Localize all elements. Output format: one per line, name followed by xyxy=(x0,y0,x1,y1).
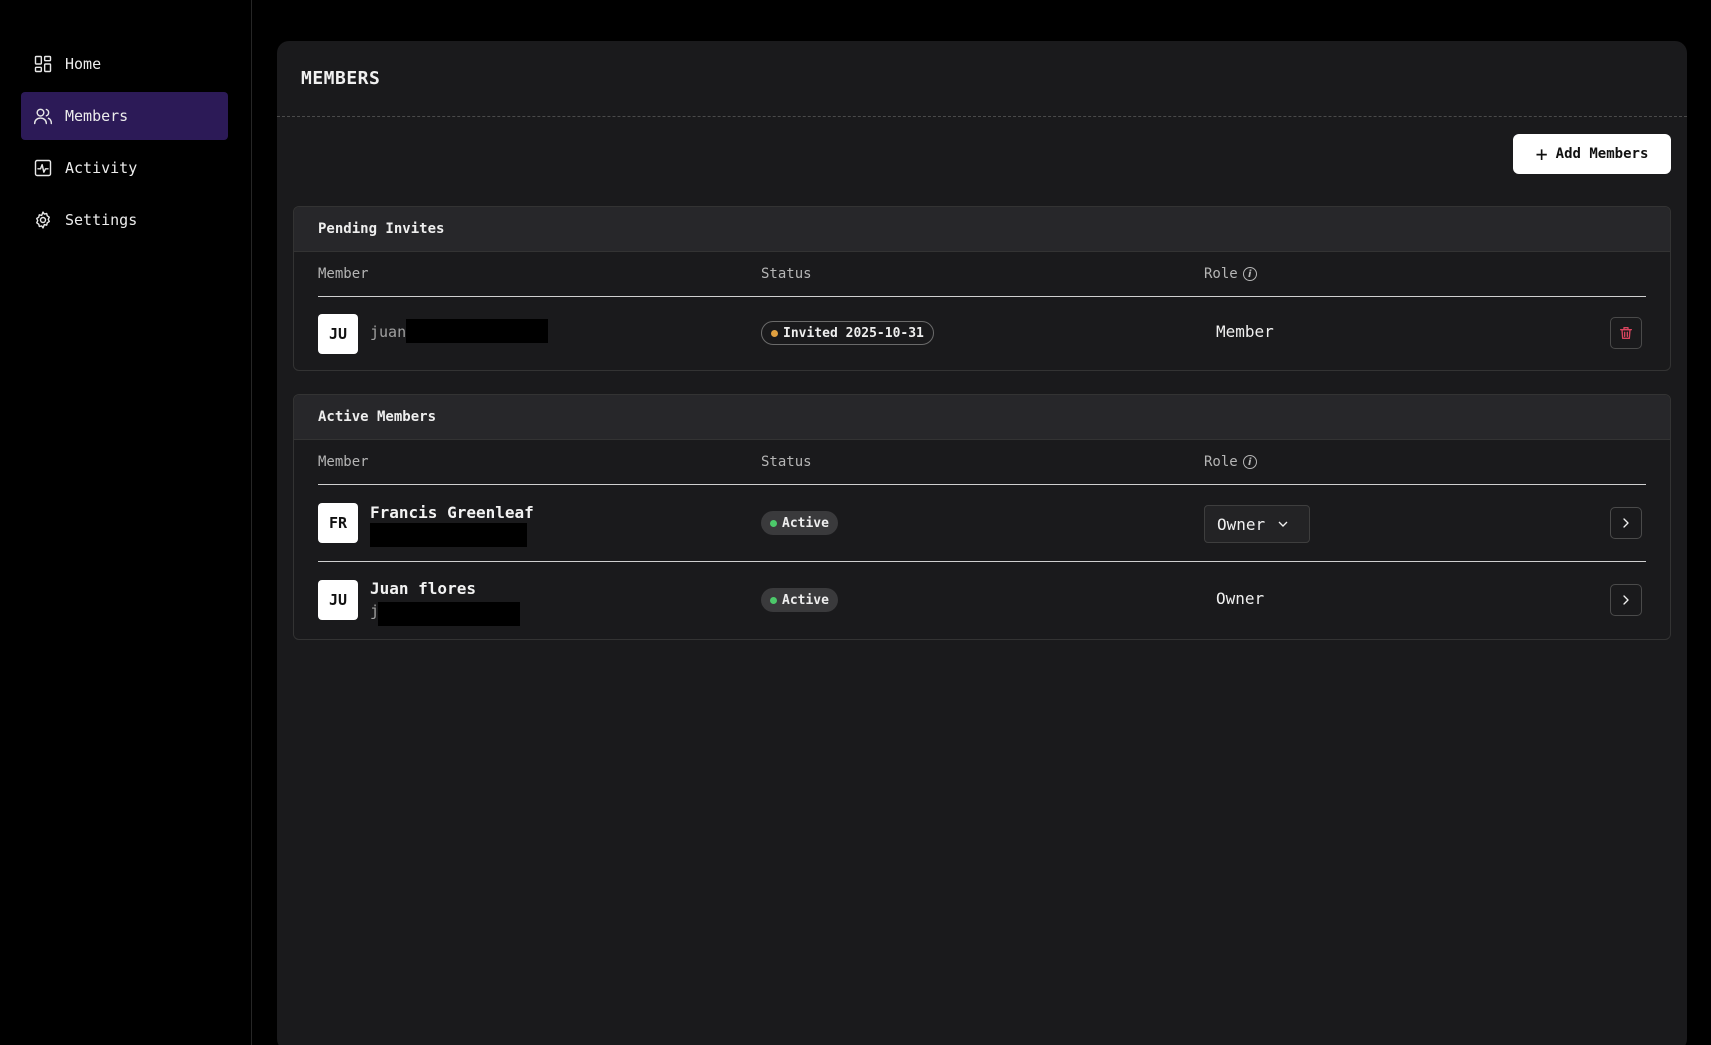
status-dot xyxy=(770,596,777,604)
trash-icon xyxy=(1620,327,1632,339)
sidebar-nav: Home Members Activity Settings xyxy=(21,40,228,248)
status-label: Invited 2025-10-31 xyxy=(783,325,924,341)
table-row: FR Francis Greenleaf Active Owner xyxy=(318,485,1646,562)
open-member-button[interactable] xyxy=(1610,507,1642,539)
sidebar-item-label: Settings xyxy=(65,211,138,229)
sidebar-item-label: Home xyxy=(65,55,102,73)
status-badge: Active xyxy=(761,588,838,612)
plus-icon: + xyxy=(1535,142,1548,166)
redacted-block xyxy=(378,602,520,626)
avatar: FR xyxy=(318,503,358,543)
redacted-block xyxy=(406,319,548,343)
page-header: MEMBERS xyxy=(277,41,1687,117)
gear-icon xyxy=(33,210,53,230)
sidebar-item-label: Activity xyxy=(65,159,138,177)
sidebar-item-home[interactable]: Home xyxy=(21,40,228,88)
page-title: MEMBERS xyxy=(301,68,381,89)
chevron-down-icon xyxy=(1278,521,1288,527)
add-members-label: Add Members xyxy=(1555,146,1649,162)
role-select-value: Owner xyxy=(1217,514,1266,534)
chevron-right-icon xyxy=(1623,595,1629,605)
sidebar: Home Members Activity Settings xyxy=(0,0,252,1045)
member-email: juan xyxy=(370,323,407,341)
status-label: Active xyxy=(782,592,829,608)
activity-icon xyxy=(33,158,53,178)
table-row: JU Juan flores j Active Owner xyxy=(318,562,1646,639)
add-members-button[interactable]: + Add Members xyxy=(1513,134,1671,174)
table-row: JU juan Invited 2025-10-31 Member xyxy=(318,297,1646,370)
chevron-right-icon xyxy=(1623,518,1629,528)
pending-invites-card: Pending Invites Member Status Role i JU … xyxy=(293,206,1671,371)
status-badge: Active xyxy=(761,511,838,535)
avatar: JU xyxy=(318,314,358,354)
redacted-block xyxy=(370,523,527,547)
pending-invites-title: Pending Invites xyxy=(294,207,1670,252)
active-members-title: Active Members xyxy=(294,395,1670,440)
table-header: Member Status Role i xyxy=(318,440,1646,485)
column-status: Status xyxy=(761,454,812,470)
status-dot xyxy=(771,329,778,337)
dashboard-grid-icon xyxy=(33,54,53,74)
status-badge: Invited 2025-10-31 xyxy=(761,321,934,345)
role-value: Owner xyxy=(1216,589,1265,608)
active-members-card: Active Members Member Status Role i FR F… xyxy=(293,394,1671,640)
column-member: Member xyxy=(318,454,369,470)
sidebar-item-activity[interactable]: Activity xyxy=(21,144,228,192)
column-status: Status xyxy=(761,266,812,282)
table-header: Member Status Role i xyxy=(318,252,1646,297)
member-name: Juan flores xyxy=(370,579,476,598)
role-value: Member xyxy=(1216,322,1274,341)
column-role-label: Role xyxy=(1204,454,1238,470)
users-icon xyxy=(33,106,53,126)
status-dot xyxy=(770,519,777,527)
column-role-label: Role xyxy=(1204,266,1238,282)
column-role: Role i xyxy=(1204,266,1257,282)
sidebar-item-label: Members xyxy=(65,107,129,125)
info-icon[interactable]: i xyxy=(1242,267,1257,281)
avatar: JU xyxy=(318,580,358,620)
role-select[interactable]: Owner xyxy=(1204,505,1310,543)
member-name: Francis Greenleaf xyxy=(370,503,534,522)
column-role: Role i xyxy=(1204,454,1257,470)
status-label: Active xyxy=(782,515,829,531)
open-member-button[interactable] xyxy=(1610,584,1642,616)
sidebar-item-members[interactable]: Members xyxy=(21,92,228,140)
sidebar-item-settings[interactable]: Settings xyxy=(21,196,228,244)
delete-invite-button[interactable] xyxy=(1610,317,1642,349)
info-icon[interactable]: i xyxy=(1242,455,1257,469)
main-panel: MEMBERS + Add Members Pending Invites Me… xyxy=(277,41,1687,1045)
column-member: Member xyxy=(318,266,369,282)
